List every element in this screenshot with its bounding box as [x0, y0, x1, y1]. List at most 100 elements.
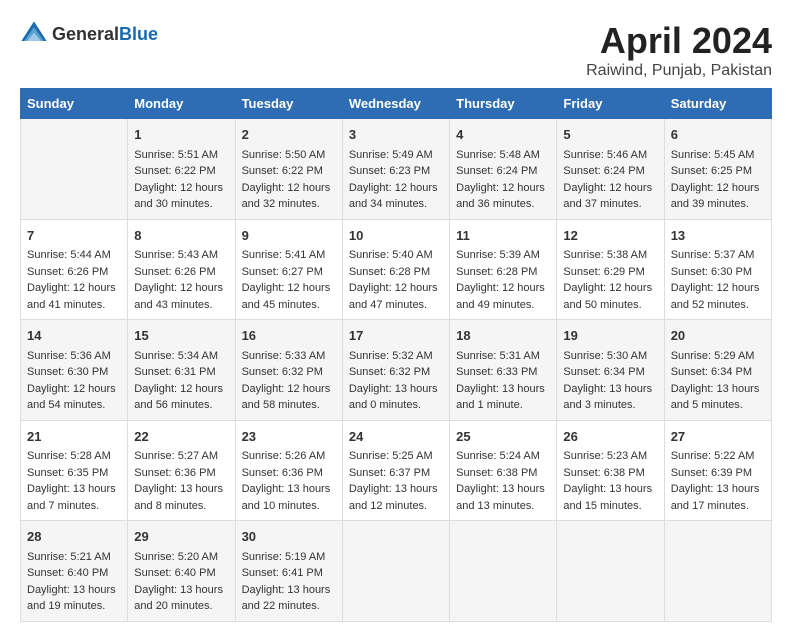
day-number: 4	[456, 125, 550, 145]
calendar-cell: 1Sunrise: 5:51 AMSunset: 6:22 PMDaylight…	[128, 119, 235, 220]
day-number: 22	[134, 427, 228, 447]
day-number: 23	[242, 427, 336, 447]
header-day-thursday: Thursday	[450, 89, 557, 119]
calendar-cell: 24Sunrise: 5:25 AMSunset: 6:37 PMDayligh…	[342, 420, 449, 521]
calendar-cell: 21Sunrise: 5:28 AMSunset: 6:35 PMDayligh…	[21, 420, 128, 521]
day-info: Sunrise: 5:23 AMSunset: 6:38 PMDaylight:…	[563, 448, 657, 514]
day-number: 24	[349, 427, 443, 447]
calendar-body: 1Sunrise: 5:51 AMSunset: 6:22 PMDaylight…	[21, 119, 772, 622]
calendar-cell: 8Sunrise: 5:43 AMSunset: 6:26 PMDaylight…	[128, 219, 235, 320]
day-number: 20	[671, 326, 765, 346]
calendar-cell: 2Sunrise: 5:50 AMSunset: 6:22 PMDaylight…	[235, 119, 342, 220]
day-info: Sunrise: 5:48 AMSunset: 6:24 PMDaylight:…	[456, 147, 550, 213]
day-number: 30	[242, 527, 336, 547]
calendar-cell: 9Sunrise: 5:41 AMSunset: 6:27 PMDaylight…	[235, 219, 342, 320]
calendar-cell: 20Sunrise: 5:29 AMSunset: 6:34 PMDayligh…	[664, 320, 771, 421]
calendar-week-2: 7Sunrise: 5:44 AMSunset: 6:26 PMDaylight…	[21, 219, 772, 320]
calendar-cell	[21, 119, 128, 220]
day-number: 3	[349, 125, 443, 145]
calendar-cell	[342, 521, 449, 622]
page-subtitle: Raiwind, Punjab, Pakistan	[586, 62, 772, 80]
calendar-cell: 3Sunrise: 5:49 AMSunset: 6:23 PMDaylight…	[342, 119, 449, 220]
day-info: Sunrise: 5:31 AMSunset: 6:33 PMDaylight:…	[456, 348, 550, 414]
day-info: Sunrise: 5:37 AMSunset: 6:30 PMDaylight:…	[671, 247, 765, 313]
calendar-cell	[450, 521, 557, 622]
header-day-friday: Friday	[557, 89, 664, 119]
calendar-cell: 12Sunrise: 5:38 AMSunset: 6:29 PMDayligh…	[557, 219, 664, 320]
day-info: Sunrise: 5:46 AMSunset: 6:24 PMDaylight:…	[563, 147, 657, 213]
calendar-cell: 26Sunrise: 5:23 AMSunset: 6:38 PMDayligh…	[557, 420, 664, 521]
calendar-cell: 5Sunrise: 5:46 AMSunset: 6:24 PMDaylight…	[557, 119, 664, 220]
calendar-cell: 27Sunrise: 5:22 AMSunset: 6:39 PMDayligh…	[664, 420, 771, 521]
day-info: Sunrise: 5:50 AMSunset: 6:22 PMDaylight:…	[242, 147, 336, 213]
day-info: Sunrise: 5:36 AMSunset: 6:30 PMDaylight:…	[27, 348, 121, 414]
day-info: Sunrise: 5:24 AMSunset: 6:38 PMDaylight:…	[456, 448, 550, 514]
day-number: 19	[563, 326, 657, 346]
day-info: Sunrise: 5:49 AMSunset: 6:23 PMDaylight:…	[349, 147, 443, 213]
day-number: 16	[242, 326, 336, 346]
calendar-cell: 15Sunrise: 5:34 AMSunset: 6:31 PMDayligh…	[128, 320, 235, 421]
day-number: 9	[242, 226, 336, 246]
day-info: Sunrise: 5:25 AMSunset: 6:37 PMDaylight:…	[349, 448, 443, 514]
day-number: 28	[27, 527, 121, 547]
calendar-cell: 14Sunrise: 5:36 AMSunset: 6:30 PMDayligh…	[21, 320, 128, 421]
calendar-week-4: 21Sunrise: 5:28 AMSunset: 6:35 PMDayligh…	[21, 420, 772, 521]
day-number: 7	[27, 226, 121, 246]
day-info: Sunrise: 5:30 AMSunset: 6:34 PMDaylight:…	[563, 348, 657, 414]
day-number: 29	[134, 527, 228, 547]
calendar-cell: 25Sunrise: 5:24 AMSunset: 6:38 PMDayligh…	[450, 420, 557, 521]
calendar-cell: 17Sunrise: 5:32 AMSunset: 6:32 PMDayligh…	[342, 320, 449, 421]
calendar-cell: 28Sunrise: 5:21 AMSunset: 6:40 PMDayligh…	[21, 521, 128, 622]
day-info: Sunrise: 5:39 AMSunset: 6:28 PMDaylight:…	[456, 247, 550, 313]
day-number: 14	[27, 326, 121, 346]
day-number: 12	[563, 226, 657, 246]
calendar-cell: 10Sunrise: 5:40 AMSunset: 6:28 PMDayligh…	[342, 219, 449, 320]
day-info: Sunrise: 5:29 AMSunset: 6:34 PMDaylight:…	[671, 348, 765, 414]
day-info: Sunrise: 5:41 AMSunset: 6:27 PMDaylight:…	[242, 247, 336, 313]
calendar-cell: 18Sunrise: 5:31 AMSunset: 6:33 PMDayligh…	[450, 320, 557, 421]
day-info: Sunrise: 5:45 AMSunset: 6:25 PMDaylight:…	[671, 147, 765, 213]
day-info: Sunrise: 5:28 AMSunset: 6:35 PMDaylight:…	[27, 448, 121, 514]
day-info: Sunrise: 5:51 AMSunset: 6:22 PMDaylight:…	[134, 147, 228, 213]
day-number: 2	[242, 125, 336, 145]
day-info: Sunrise: 5:40 AMSunset: 6:28 PMDaylight:…	[349, 247, 443, 313]
day-number: 1	[134, 125, 228, 145]
day-number: 15	[134, 326, 228, 346]
calendar-cell: 16Sunrise: 5:33 AMSunset: 6:32 PMDayligh…	[235, 320, 342, 421]
calendar-cell: 22Sunrise: 5:27 AMSunset: 6:36 PMDayligh…	[128, 420, 235, 521]
calendar-header-row: SundayMondayTuesdayWednesdayThursdayFrid…	[21, 89, 772, 119]
day-number: 10	[349, 226, 443, 246]
day-info: Sunrise: 5:19 AMSunset: 6:41 PMDaylight:…	[242, 549, 336, 615]
title-block: April 2024 Raiwind, Punjab, Pakistan	[586, 20, 772, 80]
day-info: Sunrise: 5:27 AMSunset: 6:36 PMDaylight:…	[134, 448, 228, 514]
day-number: 8	[134, 226, 228, 246]
header-day-tuesday: Tuesday	[235, 89, 342, 119]
calendar-week-3: 14Sunrise: 5:36 AMSunset: 6:30 PMDayligh…	[21, 320, 772, 421]
day-number: 18	[456, 326, 550, 346]
day-number: 26	[563, 427, 657, 447]
day-info: Sunrise: 5:34 AMSunset: 6:31 PMDaylight:…	[134, 348, 228, 414]
calendar-week-5: 28Sunrise: 5:21 AMSunset: 6:40 PMDayligh…	[21, 521, 772, 622]
day-info: Sunrise: 5:20 AMSunset: 6:40 PMDaylight:…	[134, 549, 228, 615]
calendar-cell: 30Sunrise: 5:19 AMSunset: 6:41 PMDayligh…	[235, 521, 342, 622]
day-number: 27	[671, 427, 765, 447]
day-info: Sunrise: 5:21 AMSunset: 6:40 PMDaylight:…	[27, 549, 121, 615]
day-number: 17	[349, 326, 443, 346]
logo-general: General	[52, 24, 119, 44]
calendar-cell: 13Sunrise: 5:37 AMSunset: 6:30 PMDayligh…	[664, 219, 771, 320]
logo-icon	[20, 20, 48, 48]
calendar-cell: 6Sunrise: 5:45 AMSunset: 6:25 PMDaylight…	[664, 119, 771, 220]
day-info: Sunrise: 5:33 AMSunset: 6:32 PMDaylight:…	[242, 348, 336, 414]
day-info: Sunrise: 5:32 AMSunset: 6:32 PMDaylight:…	[349, 348, 443, 414]
day-info: Sunrise: 5:44 AMSunset: 6:26 PMDaylight:…	[27, 247, 121, 313]
header-day-wednesday: Wednesday	[342, 89, 449, 119]
logo-blue: Blue	[119, 24, 158, 44]
calendar-cell: 29Sunrise: 5:20 AMSunset: 6:40 PMDayligh…	[128, 521, 235, 622]
calendar-cell: 7Sunrise: 5:44 AMSunset: 6:26 PMDaylight…	[21, 219, 128, 320]
day-info: Sunrise: 5:22 AMSunset: 6:39 PMDaylight:…	[671, 448, 765, 514]
day-number: 6	[671, 125, 765, 145]
day-number: 13	[671, 226, 765, 246]
calendar-cell: 19Sunrise: 5:30 AMSunset: 6:34 PMDayligh…	[557, 320, 664, 421]
calendar-cell: 23Sunrise: 5:26 AMSunset: 6:36 PMDayligh…	[235, 420, 342, 521]
calendar-table: SundayMondayTuesdayWednesdayThursdayFrid…	[20, 88, 772, 622]
